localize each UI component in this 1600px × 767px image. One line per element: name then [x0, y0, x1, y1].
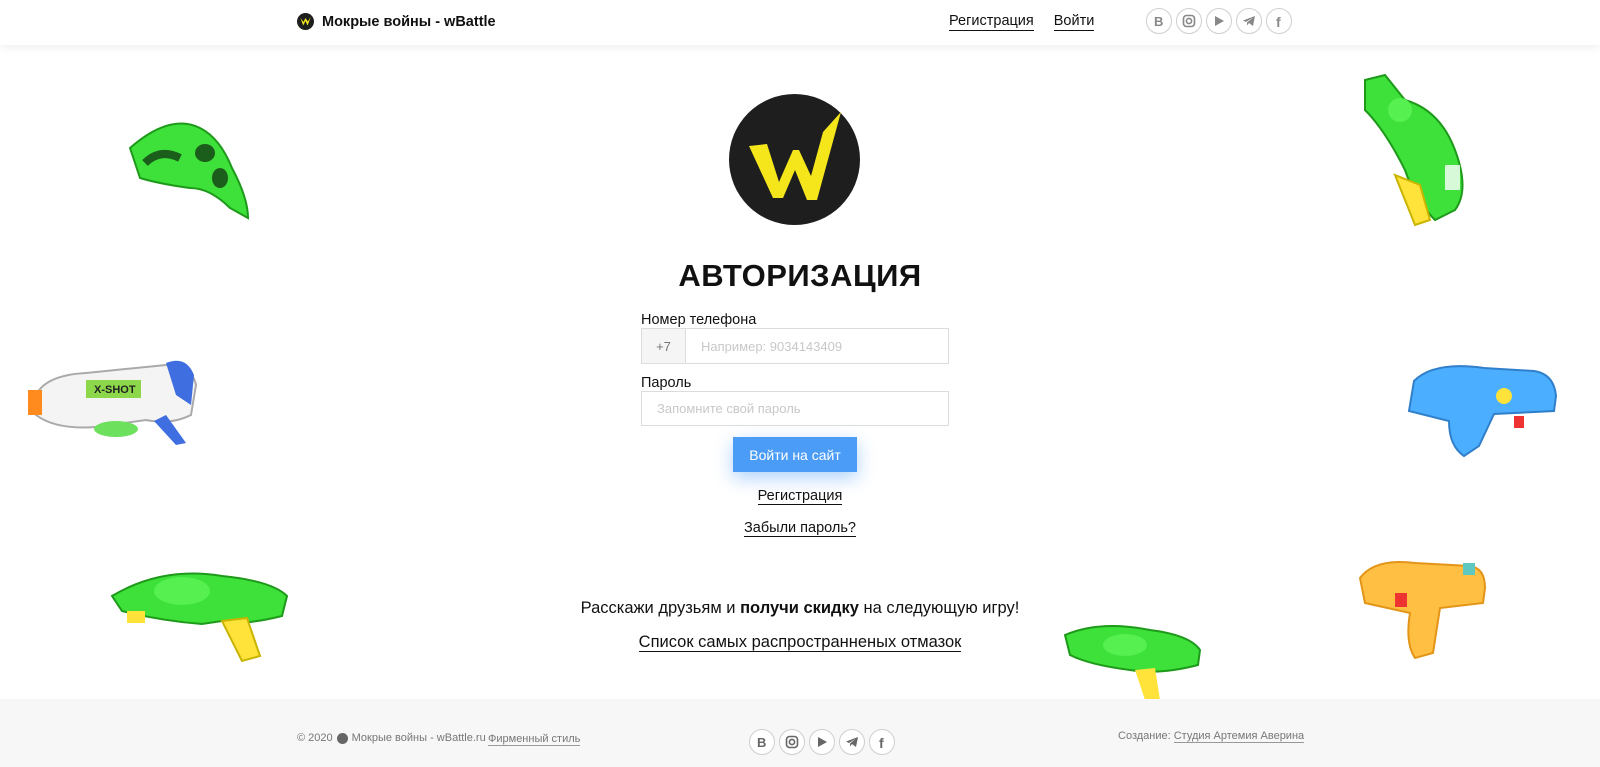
phone-input[interactable]	[686, 329, 948, 363]
svg-text:В: В	[757, 736, 766, 748]
telegram-icon[interactable]	[839, 729, 865, 755]
forgot-link-row: Забыли пароль?	[0, 519, 1600, 537]
facebook-icon[interactable]: f	[1266, 8, 1292, 34]
creator-link[interactable]: Студия Артемия Аверина	[1173, 730, 1305, 743]
youtube-icon[interactable]	[1206, 8, 1232, 34]
phone-prefix: +7	[642, 329, 686, 363]
brand-title: Мокрые войны - wBattle	[322, 13, 496, 30]
instagram-icon[interactable]	[779, 729, 805, 755]
promo-bold: получи скидку	[740, 599, 859, 617]
water-gun-image	[110, 572, 289, 663]
excuses-link[interactable]: Список самых распространненых отмазок	[638, 633, 962, 652]
vk-icon[interactable]: В	[749, 729, 775, 755]
register-link-row: Регистрация	[0, 487, 1600, 505]
youtube-icon[interactable]	[809, 729, 835, 755]
phone-label: Номер телефона	[641, 312, 757, 328]
water-gun-image	[1364, 73, 1464, 227]
promo-text: Расскажи друзьям и получи скидку на след…	[0, 599, 1600, 618]
register-link[interactable]: Регистрация	[757, 488, 843, 505]
facebook-icon[interactable]: f	[869, 729, 895, 755]
wbattle-logo-icon	[297, 13, 314, 30]
vk-icon[interactable]: В	[1146, 8, 1172, 34]
brand[interactable]: Мокрые войны - wBattle	[297, 13, 496, 30]
page-title: АВТОРИЗАЦИЯ	[678, 258, 922, 293]
wbattle-mini-logo-icon	[336, 732, 348, 744]
top-header: Мокрые войны - wBattle Регистрация Войти…	[0, 0, 1600, 45]
water-gun-image	[1063, 625, 1202, 700]
water-gun-image	[128, 122, 250, 220]
phone-field-group: +7	[641, 328, 949, 364]
password-label: Пароль	[641, 375, 692, 391]
water-gun-image	[1407, 365, 1558, 458]
footer-credits: Создание: Студия Артемия Аверина	[1118, 730, 1305, 743]
excuses-link-row: Список самых распространненых отмазок	[0, 633, 1600, 652]
password-field-group	[641, 391, 949, 426]
svg-text:X-SHOT: X-SHOT	[94, 384, 136, 396]
nav-register-link[interactable]: Регистрация	[949, 13, 1034, 31]
promo-before: Расскажи друзьям и	[580, 599, 741, 617]
svg-text:f: f	[1276, 14, 1281, 28]
instagram-icon[interactable]	[1176, 8, 1202, 34]
forgot-password-link[interactable]: Забыли пароль?	[744, 520, 856, 537]
footer-socials: В f	[749, 729, 895, 755]
nav-login-link[interactable]: Войти	[1053, 13, 1095, 31]
header-socials: В f	[1146, 8, 1292, 34]
copyright-text: Мокрые войны - wBattle.ru	[351, 732, 486, 744]
svg-text:f: f	[879, 735, 884, 749]
water-gun-image: X-SHOT	[28, 360, 198, 445]
footer-copyright: © 2020 Мокрые войны - wBattle.ru	[297, 732, 486, 744]
svg-text:В: В	[1154, 15, 1163, 27]
promo-after: на следующую игру!	[858, 599, 1020, 617]
creator-label: Создание:	[1118, 730, 1171, 742]
login-button[interactable]: Войти на сайт	[733, 437, 857, 472]
water-gun-image	[1358, 561, 1487, 660]
header-nav: Регистрация Войти	[949, 13, 1095, 31]
wbattle-logo	[729, 94, 860, 225]
copyright-year: © 2020	[297, 732, 333, 744]
brand-style-link[interactable]: Фирменный стиль	[488, 733, 581, 746]
password-input[interactable]	[642, 392, 948, 425]
telegram-icon[interactable]	[1236, 8, 1262, 34]
